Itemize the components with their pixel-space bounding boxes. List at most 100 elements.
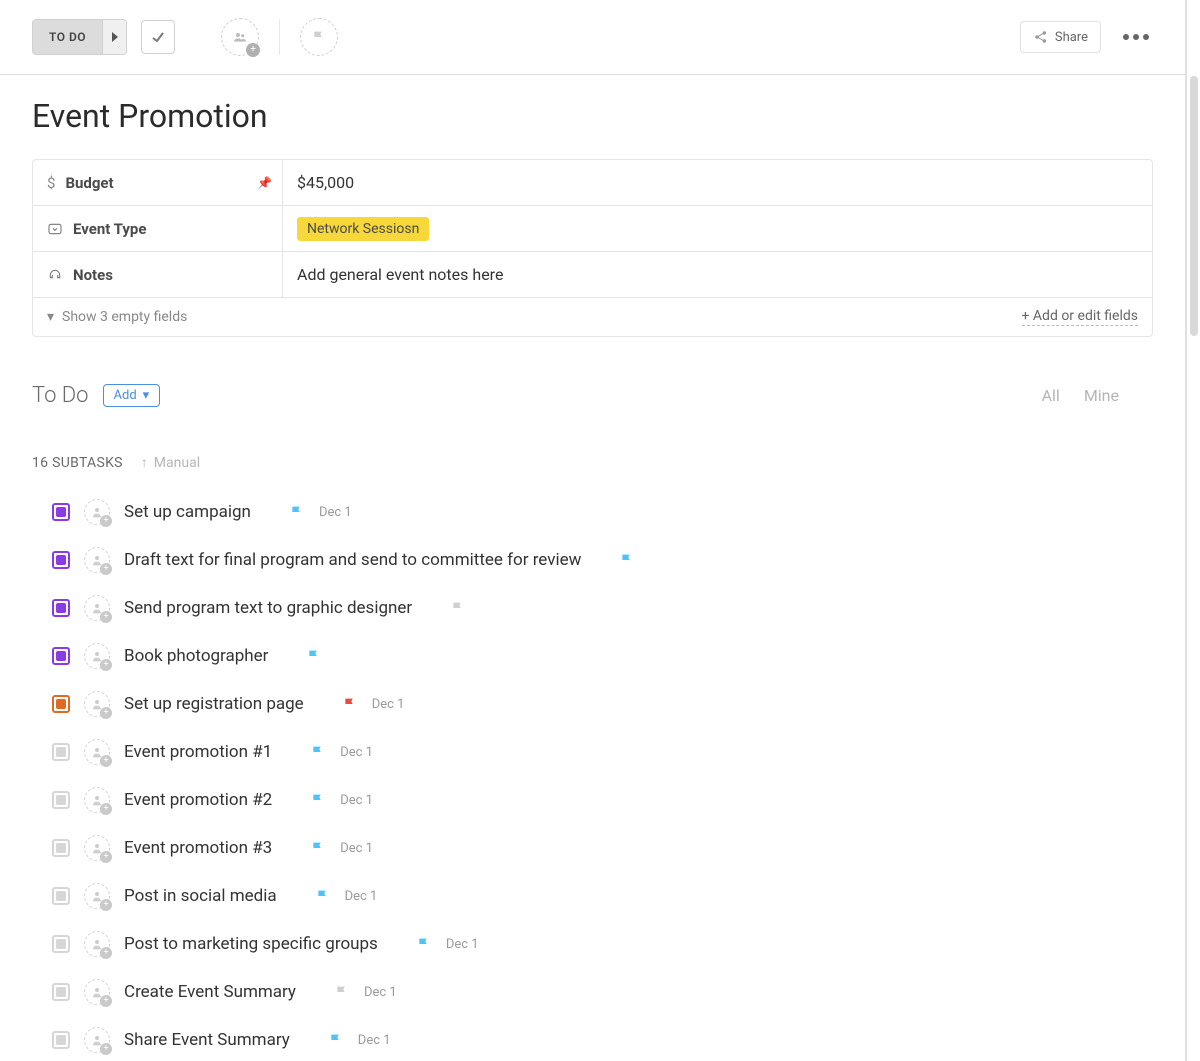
task-checkbox[interactable]: [52, 935, 70, 953]
task-name[interactable]: Event promotion #3: [124, 838, 272, 858]
task-row[interactable]: + Book photographer: [52, 643, 1153, 669]
due-date[interactable]: Dec 1: [364, 985, 397, 1000]
sort-button[interactable]: ↑ Manual: [141, 454, 200, 471]
field-value-budget[interactable]: $45,000: [283, 160, 1152, 205]
assignee-button[interactable]: +: [84, 1027, 110, 1053]
task-row[interactable]: + Event promotion #2 Dec 1: [52, 787, 1153, 813]
task-checkbox[interactable]: [52, 791, 70, 809]
task-row[interactable]: + Set up campaign Dec 1: [52, 499, 1153, 525]
checkbox-inner: [56, 651, 66, 661]
field-value-notes[interactable]: Add general event notes here: [283, 252, 1152, 297]
scrollbar[interactable]: [1186, 0, 1200, 1061]
field-label[interactable]: $ Budget 📌: [33, 160, 283, 205]
assignee-button[interactable]: +: [84, 979, 110, 1005]
check-icon: [150, 29, 166, 45]
task-name[interactable]: Event promotion #1: [124, 742, 272, 762]
scrollbar-thumb[interactable]: [1190, 76, 1198, 336]
task-name[interactable]: Set up campaign: [124, 502, 251, 522]
assignee-button[interactable]: +: [84, 835, 110, 861]
task-row[interactable]: + Event promotion #3 Dec 1: [52, 835, 1153, 861]
assignee-button[interactable]: +: [84, 547, 110, 573]
pin-icon[interactable]: 📌: [257, 176, 272, 190]
due-date[interactable]: Dec 1: [372, 697, 405, 712]
dropdown-icon: [47, 221, 63, 237]
task-name[interactable]: Post in social media: [124, 886, 277, 906]
priority-flag-icon[interactable]: [619, 552, 635, 568]
due-date[interactable]: Dec 1: [319, 505, 352, 520]
task-name[interactable]: Event promotion #2: [124, 790, 272, 810]
priority-flag-icon[interactable]: [450, 600, 466, 616]
task-checkbox[interactable]: [52, 551, 70, 569]
add-subtask-button[interactable]: Add ▾: [103, 384, 161, 407]
field-label[interactable]: Notes: [33, 252, 283, 297]
add-edit-fields-button[interactable]: + Add or edit fields: [1022, 308, 1139, 326]
task-checkbox[interactable]: [52, 743, 70, 761]
task-name[interactable]: Share Event Summary: [124, 1030, 290, 1050]
task-checkbox[interactable]: [52, 503, 70, 521]
task-checkbox[interactable]: [52, 983, 70, 1001]
assignee-button[interactable]: +: [84, 499, 110, 525]
task-checkbox[interactable]: [52, 887, 70, 905]
due-date[interactable]: Dec 1: [446, 937, 479, 952]
checkbox-inner: [56, 699, 66, 709]
assignee-button[interactable]: +: [84, 691, 110, 717]
task-row[interactable]: + Set up registration page Dec 1: [52, 691, 1153, 717]
due-date[interactable]: Dec 1: [340, 841, 373, 856]
share-button[interactable]: Share: [1020, 21, 1101, 53]
task-checkbox[interactable]: [52, 599, 70, 617]
task-checkbox[interactable]: [52, 695, 70, 713]
more-menu-button[interactable]: [1115, 34, 1157, 40]
page-title[interactable]: Event Promotion: [32, 97, 1153, 135]
task-row[interactable]: + Create Event Summary Dec 1: [52, 979, 1153, 1005]
task-row[interactable]: + Send program text to graphic designer: [52, 595, 1153, 621]
filter-all[interactable]: All: [1042, 386, 1060, 405]
status-caret[interactable]: [102, 20, 126, 54]
priority-flag-icon[interactable]: [306, 648, 322, 664]
task-row[interactable]: + Share Event Summary Dec 1: [52, 1027, 1153, 1053]
priority-flag-icon[interactable]: [310, 744, 326, 760]
task-name[interactable]: Set up registration page: [124, 694, 304, 714]
priority-flag-icon[interactable]: [416, 936, 432, 952]
priority-button[interactable]: [300, 18, 338, 56]
assignees-button[interactable]: +: [221, 18, 259, 56]
due-date[interactable]: Dec 1: [340, 793, 373, 808]
task-name[interactable]: Post to marketing specific groups: [124, 934, 378, 954]
priority-flag-icon[interactable]: [342, 696, 358, 712]
assignee-button[interactable]: +: [84, 739, 110, 765]
show-empty-fields-button[interactable]: Show 3 empty fields: [62, 309, 187, 325]
filter-mine[interactable]: Mine: [1084, 386, 1119, 405]
flag-icon: [311, 29, 327, 45]
due-date[interactable]: Dec 1: [345, 889, 378, 904]
task-row[interactable]: + Draft text for final program and send t…: [52, 547, 1153, 573]
assignee-button[interactable]: +: [84, 883, 110, 909]
priority-flag-icon[interactable]: [334, 984, 350, 1000]
task-row[interactable]: + Event promotion #1 Dec 1: [52, 739, 1153, 765]
priority-flag-icon[interactable]: [310, 792, 326, 808]
sort-label: Manual: [154, 455, 200, 471]
assignee-button[interactable]: +: [84, 931, 110, 957]
assignee-button[interactable]: +: [84, 643, 110, 669]
priority-flag-icon[interactable]: [310, 840, 326, 856]
mark-complete-button[interactable]: [141, 20, 175, 54]
task-checkbox[interactable]: [52, 1031, 70, 1049]
task-name[interactable]: Draft text for final program and send to…: [124, 550, 581, 570]
assignee-button[interactable]: +: [84, 595, 110, 621]
field-label[interactable]: Event Type: [33, 206, 283, 251]
task-checkbox[interactable]: [52, 647, 70, 665]
priority-flag-icon[interactable]: [328, 1032, 344, 1048]
task-name[interactable]: Book photographer: [124, 646, 268, 666]
assignee-button[interactable]: +: [84, 787, 110, 813]
task-checkbox[interactable]: [52, 839, 70, 857]
field-value-event-type[interactable]: Network Sessiosn: [283, 206, 1152, 251]
due-date[interactable]: Dec 1: [340, 745, 373, 760]
task-name[interactable]: Send program text to graphic designer: [124, 598, 412, 618]
field-name: Notes: [73, 266, 113, 284]
due-date[interactable]: Dec 1: [358, 1033, 391, 1048]
task-name[interactable]: Create Event Summary: [124, 982, 296, 1002]
priority-flag-icon[interactable]: [289, 504, 305, 520]
task-row[interactable]: + Post in social media Dec 1: [52, 883, 1153, 909]
status-button[interactable]: TO DO: [32, 19, 127, 55]
task-row[interactable]: + Post to marketing specific groups Dec 1: [52, 931, 1153, 957]
field-name: Budget: [65, 174, 113, 192]
priority-flag-icon[interactable]: [315, 888, 331, 904]
